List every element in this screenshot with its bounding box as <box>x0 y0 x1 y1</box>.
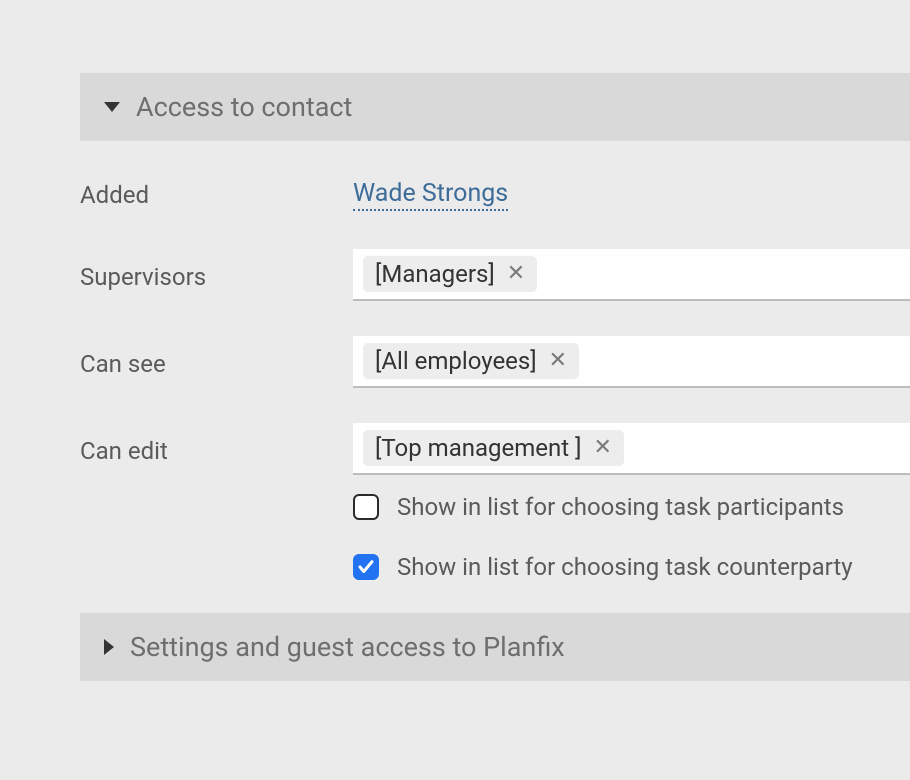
checkbox-label-participants: Show in list for choosing task participa… <box>397 493 844 521</box>
label-supervisors: Supervisors <box>80 249 353 291</box>
remove-icon[interactable]: ✕ <box>591 437 613 459</box>
checkbox-row-participants: Show in list for choosing task participa… <box>353 493 910 521</box>
row-can-edit: Can edit [Top management ] ✕ <box>80 423 910 475</box>
section-header-settings[interactable]: Settings and guest access to Planfix <box>80 613 910 681</box>
label-added: Added <box>80 179 353 209</box>
section-title-access: Access to contact <box>136 91 352 123</box>
can-edit-input[interactable]: [Top management ] ✕ <box>353 423 910 475</box>
label-can-see: Can see <box>80 336 353 378</box>
row-can-see: Can see [All employees] ✕ <box>80 336 910 388</box>
tag-label: [Managers] <box>375 260 495 288</box>
caret-down-icon <box>104 102 120 112</box>
tag-label: [All employees] <box>375 347 537 375</box>
section-title-settings: Settings and guest access to Planfix <box>130 631 565 663</box>
checkbox-row-counterparty: Show in list for choosing task counterpa… <box>353 553 910 581</box>
form-area: Added Wade Strongs Supervisors [Managers… <box>80 141 910 581</box>
row-supervisors: Supervisors [Managers] ✕ <box>80 249 910 301</box>
tag-supervisors-0: [Managers] ✕ <box>363 256 537 292</box>
checkbox-label-counterparty: Show in list for choosing task counterpa… <box>397 553 853 581</box>
row-added: Added Wade Strongs <box>80 179 910 209</box>
checkbox-participants[interactable] <box>353 494 379 520</box>
checkbox-counterparty[interactable] <box>353 554 379 580</box>
added-user-link[interactable]: Wade Strongs <box>353 179 508 211</box>
remove-icon[interactable]: ✕ <box>505 263 527 285</box>
can-see-input[interactable]: [All employees] ✕ <box>353 336 910 388</box>
caret-right-icon <box>104 639 114 655</box>
section-header-access[interactable]: Access to contact <box>80 73 910 141</box>
label-can-edit: Can edit <box>80 423 353 465</box>
tag-can-edit-0: [Top management ] ✕ <box>363 430 624 466</box>
checkbox-area: Show in list for choosing task participa… <box>80 493 910 581</box>
tag-can-see-0: [All employees] ✕ <box>363 343 579 379</box>
tag-label: [Top management ] <box>375 434 581 462</box>
supervisors-input[interactable]: [Managers] ✕ <box>353 249 910 301</box>
remove-icon[interactable]: ✕ <box>547 350 569 372</box>
